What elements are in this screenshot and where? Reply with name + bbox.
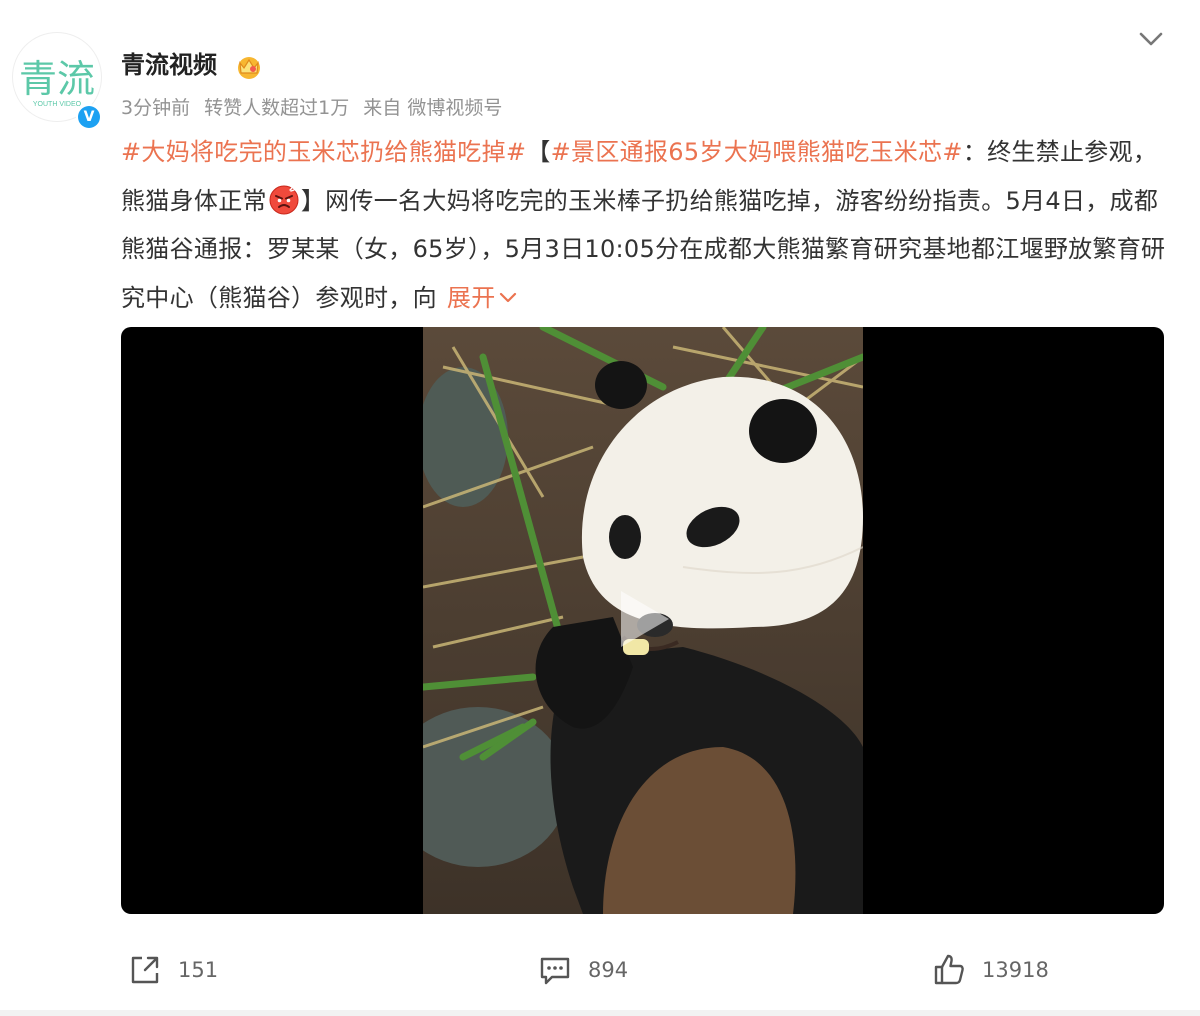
like-button[interactable]: 13918 [932, 940, 1049, 1000]
weibo-post-card: 青流 YOUTH VIDEO V 青流视频 3分钟前 转赞人数超过1万 来自 微… [0, 0, 1200, 1016]
play-icon[interactable] [609, 587, 673, 651]
bracket-open: 【 [526, 138, 551, 166]
comment-count: 894 [588, 958, 629, 982]
post-source[interactable]: 来自 微博视频号 [363, 97, 502, 119]
action-bar: 151 894 13918 [0, 940, 1200, 1000]
comment-button[interactable]: 894 [538, 940, 628, 1000]
expand-link[interactable]: 展开 [447, 284, 517, 312]
thumbs-up-icon [934, 954, 964, 985]
like-count: 13918 [982, 958, 1049, 982]
post-meta: 3分钟前 转赞人数超过1万 来自 微博视频号 [121, 94, 510, 122]
angry-face-emoji-icon [269, 185, 299, 214]
share-icon [131, 956, 159, 984]
verified-icon: V [76, 104, 102, 130]
post-likes-note: 转赞人数超过1万 [204, 97, 350, 119]
post-body: #大妈将吃完的玉米芯扔给熊猫吃掉#【#景区通报65岁大妈喂熊猫吃玉米芯#：终生禁… [121, 128, 1166, 322]
hashtag-link[interactable]: #大妈将吃完的玉米芯扔给熊猫吃掉# [121, 138, 526, 166]
avatar-logo-text: 青流 [19, 59, 95, 101]
hashtag-link[interactable]: #景区通报65岁大妈喂熊猫吃玉米芯# [551, 138, 963, 166]
chevron-down-icon[interactable] [1136, 24, 1166, 54]
share-count: 151 [178, 958, 219, 982]
crown-icon[interactable] [235, 52, 263, 80]
avatar-logo-subtext: YOUTH VIDEO [33, 101, 82, 108]
share-button[interactable]: 151 [128, 940, 218, 1000]
author-name[interactable]: 青流视频 [121, 48, 217, 82]
chevron-down-icon [499, 292, 516, 302]
video-player[interactable] [121, 327, 1164, 914]
expand-label: 展开 [446, 283, 496, 312]
post-time[interactable]: 3分钟前 [121, 97, 190, 119]
verified-mark: V [78, 106, 100, 128]
comment-icon [540, 957, 570, 985]
divider [0, 1010, 1200, 1016]
